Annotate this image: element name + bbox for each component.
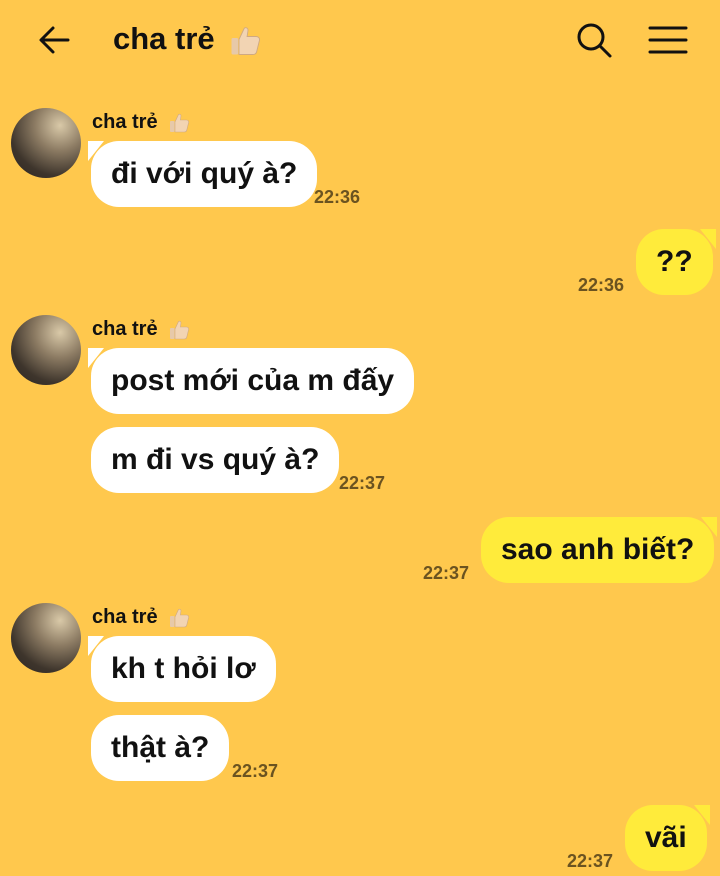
contact-avatar[interactable]	[11, 315, 81, 385]
sender-name-text: cha trẻ	[92, 111, 158, 133]
message-bubble-incoming[interactable]: thật à?	[91, 715, 230, 781]
sender-name-text: cha trẻ	[92, 606, 158, 628]
message-bubble-incoming[interactable]: kh t hỏi lơ	[88, 636, 276, 702]
arrow-left-icon	[39, 26, 70, 54]
sender-name: cha trẻ	[92, 109, 191, 135]
message-time: 22:37	[339, 473, 386, 493]
hamburger-menu-icon	[648, 26, 688, 54]
thumbs-up-icon	[170, 608, 190, 628]
chat-header: cha trẻ	[0, 0, 720, 80]
message-bubble-outgoing[interactable]: vãi	[625, 805, 710, 871]
sender-name-text: cha trẻ	[92, 318, 158, 340]
search-button[interactable]	[574, 20, 614, 60]
thumbs-up-icon	[170, 113, 190, 133]
thumbs-up-icon	[170, 320, 190, 340]
message-time: 22:37	[423, 563, 470, 583]
sender-name: cha trẻ	[92, 604, 191, 630]
menu-button[interactable]	[648, 20, 688, 60]
message-bubble-incoming[interactable]: đi với quý à?	[87, 141, 318, 207]
message-bubble-incoming[interactable]: post mới của m đấy	[87, 348, 415, 414]
message-time: 22:37	[567, 851, 614, 871]
message-time: 22:36	[578, 275, 625, 295]
message-time: 22:36	[314, 187, 361, 207]
message-bubble-outgoing[interactable]: ??	[636, 229, 716, 295]
sender-name: cha trẻ	[92, 316, 191, 342]
message-bubble-outgoing[interactable]: sao anh biết?	[481, 517, 718, 583]
message-bubble-incoming[interactable]: m đi vs quý à?	[91, 427, 340, 493]
message-time: 22:37	[232, 761, 279, 781]
contact-avatar[interactable]	[11, 108, 81, 178]
contact-avatar[interactable]	[11, 603, 81, 673]
back-button[interactable]	[34, 20, 74, 60]
chat-title-text: cha trẻ	[113, 21, 215, 56]
chat-title: cha trẻ	[113, 17, 263, 61]
search-icon	[577, 23, 612, 58]
thumbs-up-icon	[231, 27, 261, 55]
